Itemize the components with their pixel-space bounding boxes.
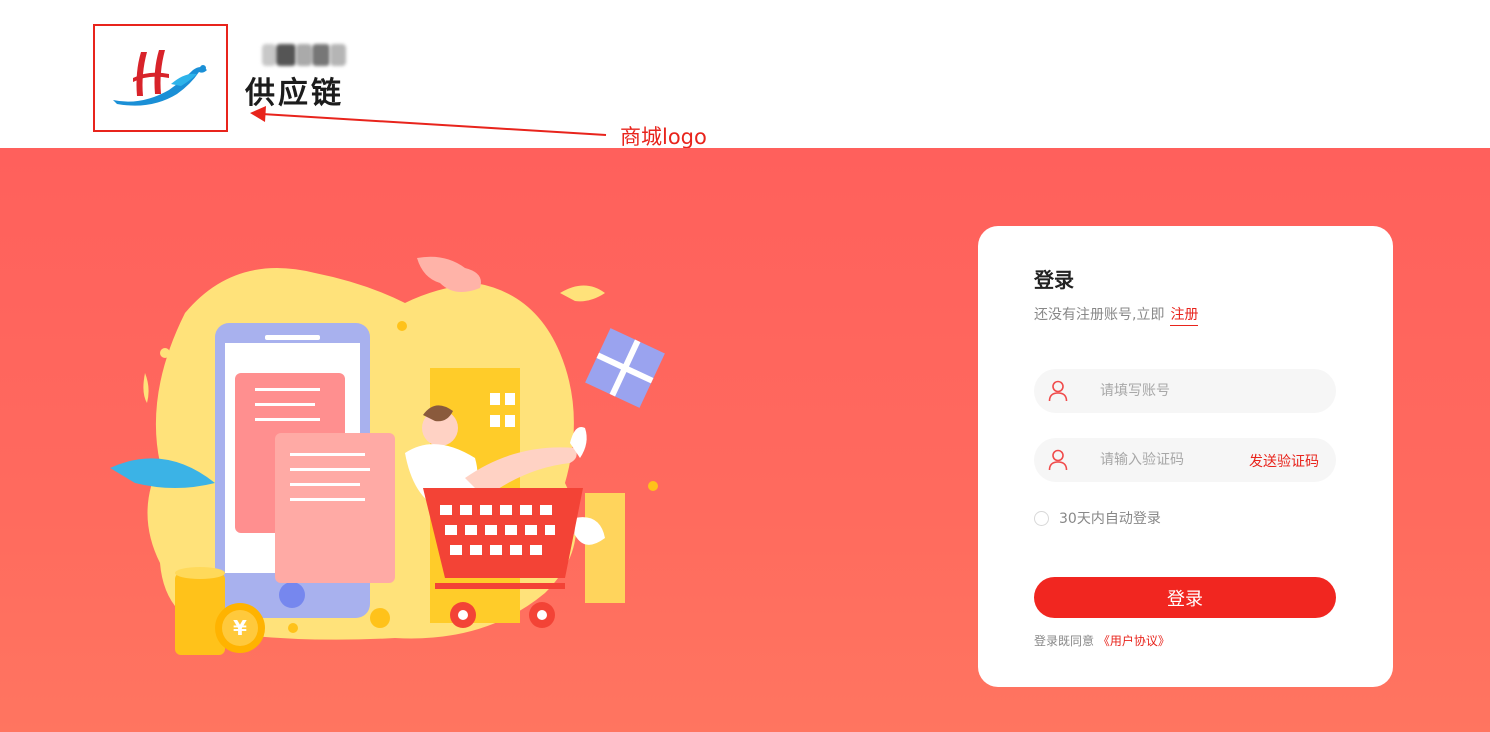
user-icon [1048,380,1068,402]
login-title: 登录 [1034,268,1074,292]
verification-code-input[interactable] [1100,438,1240,482]
svg-text:¥: ¥ [233,616,247,640]
account-input[interactable] [1100,369,1320,413]
agreement-prefix: 登录既同意 [1034,634,1095,648]
login-banner: ¥ 登录 还没有注册账号,立即注册 发送验证码 3 [0,148,1490,732]
auto-login-option[interactable]: 30天内自动登录 [1034,508,1161,528]
account-field[interactable] [1034,369,1336,413]
login-card: 登录 还没有注册账号,立即注册 发送验证码 30天内自动登录 登录 登录既 [978,226,1393,687]
verification-code-field[interactable]: 发送验证码 [1034,438,1336,482]
agreement-line: 登录既同意 《用户协议》 [1034,632,1170,649]
send-code-button[interactable]: 发送验证码 [1249,451,1319,471]
site-header: 供应链 商城logo [0,0,1490,149]
register-prompt-text: 还没有注册账号,立即 [1034,307,1165,323]
register-prompt: 还没有注册账号,立即 注册 [1034,304,1199,326]
login-button[interactable]: 登录 [1034,577,1336,618]
annotation-label: 商城logo [620,125,707,149]
annotation-arrow [250,106,607,136]
user-agreement-link[interactable]: 《用户协议》 [1098,634,1170,648]
register-link[interactable]: 注册 [1170,307,1199,326]
auto-login-radio[interactable] [1034,510,1049,526]
auto-login-label: 30天内自动登录 [1059,511,1161,527]
user-icon [1048,449,1068,471]
shopping-illustration: ¥ [110,256,665,655]
